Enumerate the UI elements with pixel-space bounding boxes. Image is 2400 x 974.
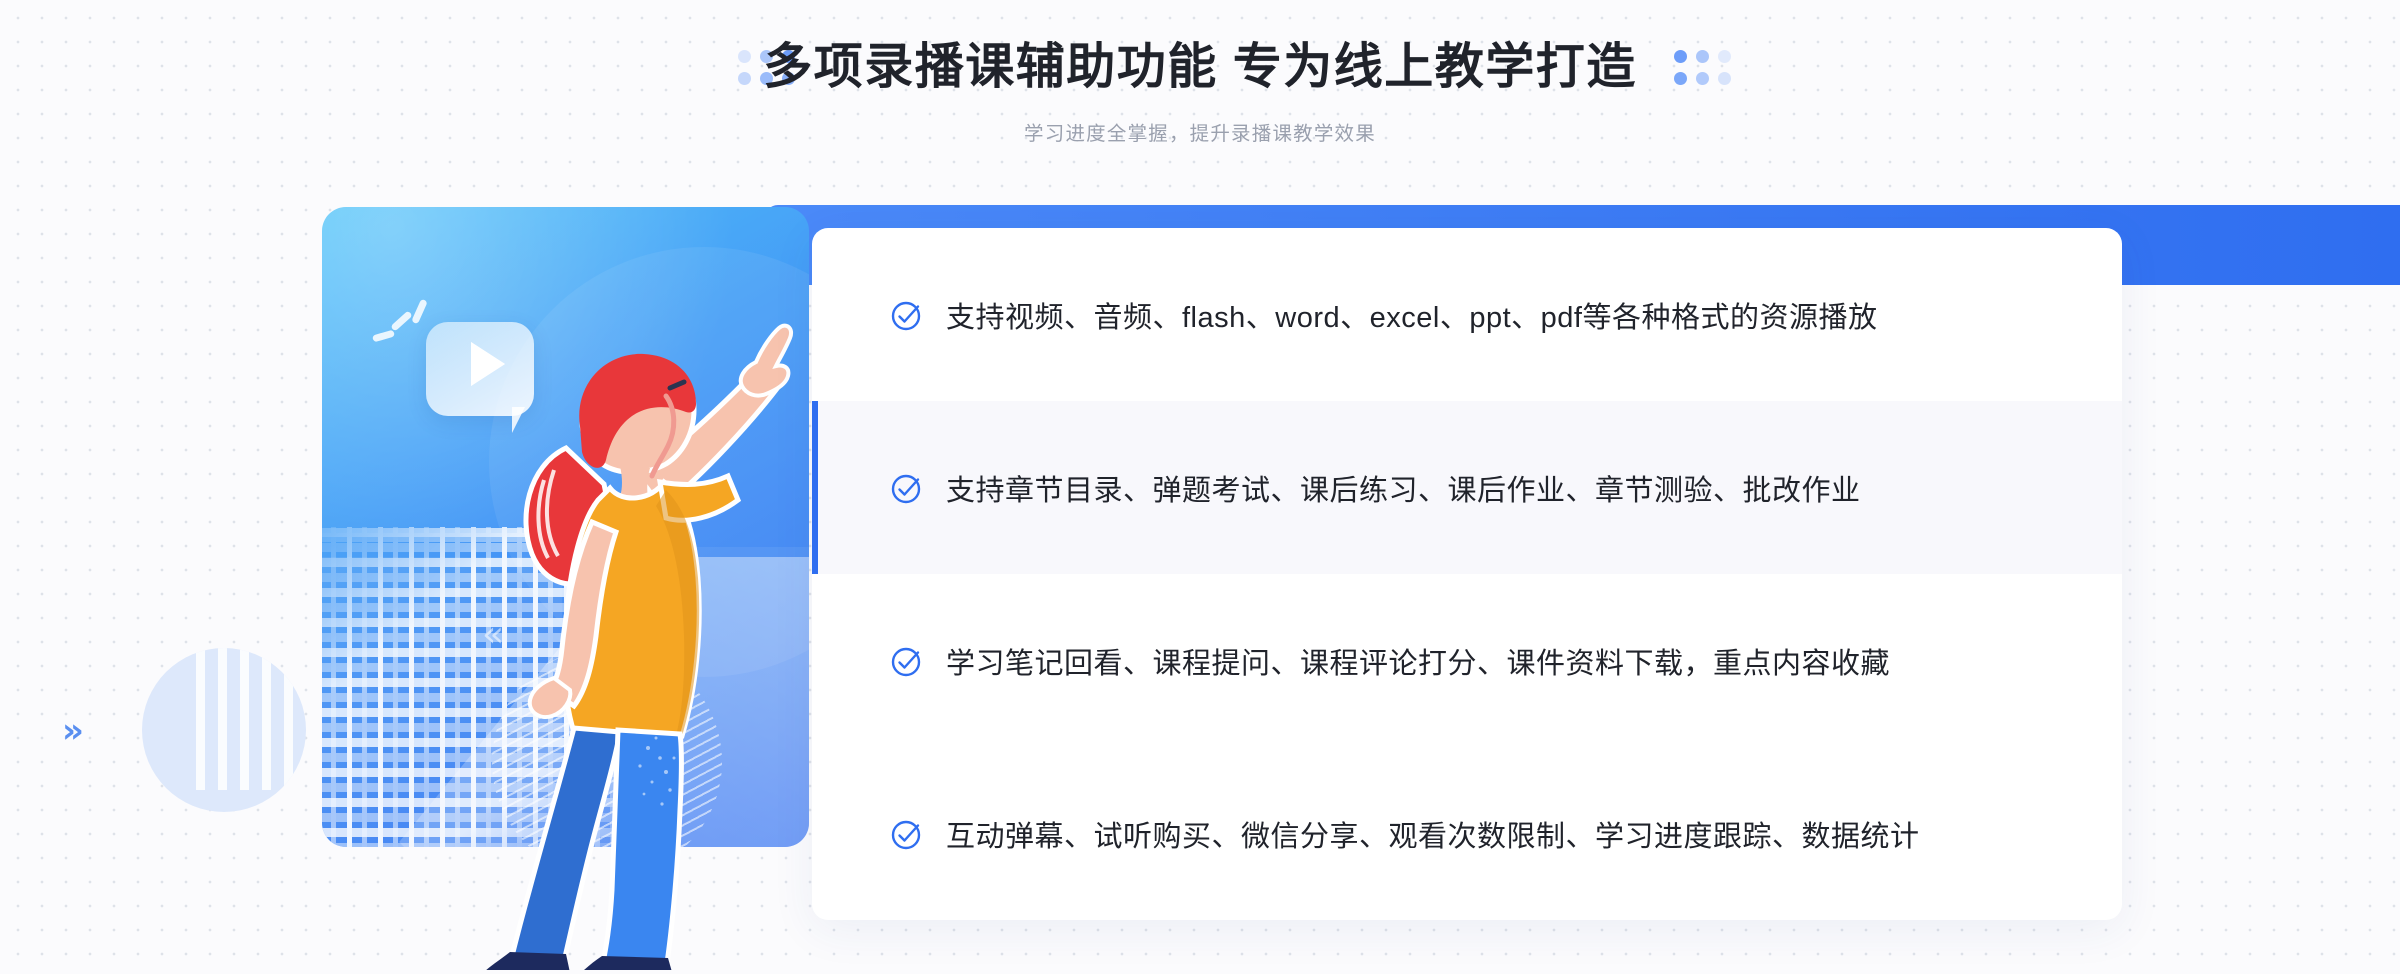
- play-bubble-tail: [512, 407, 534, 433]
- chevron-double-right-icon: »: [62, 711, 84, 751]
- play-icon: [471, 342, 505, 386]
- row-accent-bar: [812, 401, 818, 574]
- page-header: 多项录播课辅助功能 专为线上教学打造 学习进度全掌握，提升录播课教学效果: [0, 0, 2400, 160]
- decorative-striped-circle: [142, 648, 306, 812]
- page-subtitle: 学习进度全掌握，提升录播课教学效果: [1024, 123, 1376, 145]
- page-title: 多项录播课辅助功能 专为线上教学打造: [763, 40, 1637, 94]
- check-circle-icon: [891, 301, 921, 330]
- features-card: 支持视频、音频、flash、word、excel、ppt、pdf等各种格式的资源…: [812, 228, 2122, 920]
- chevron-double-left-icon: «: [482, 614, 505, 655]
- check-circle-icon: [891, 474, 921, 503]
- decorative-stripes: [196, 648, 306, 790]
- feature-row[interactable]: 学习笔记回看、课程提问、课程评论打分、课件资料下载，重点内容收藏: [812, 574, 2122, 747]
- feature-text: 支持章节目录、弹题考试、课后练习、课后作业、章节测验、批改作业: [946, 474, 1861, 507]
- illustration-panel: «: [322, 207, 809, 847]
- feature-row[interactable]: 互动弹幕、试听购买、微信分享、观看次数限制、学习进度跟踪、数据统计: [812, 747, 2122, 920]
- feature-row[interactable]: 支持章节目录、弹题考试、课后练习、课后作业、章节测验、批改作业: [812, 401, 2122, 574]
- feature-text: 支持视频、音频、flash、word、excel、ppt、pdf等各种格式的资源…: [946, 301, 1878, 334]
- feature-row[interactable]: 支持视频、音频、flash、word、excel、ppt、pdf等各种格式的资源…: [812, 228, 2122, 401]
- check-circle-icon: [891, 820, 921, 849]
- feature-text: 互动弹幕、试听购买、微信分享、观看次数限制、学习进度跟踪、数据统计: [946, 820, 1920, 853]
- check-circle-icon: [891, 647, 921, 676]
- feature-text: 学习笔记回看、课程提问、课程评论打分、课件资料下载，重点内容收藏: [946, 647, 1891, 680]
